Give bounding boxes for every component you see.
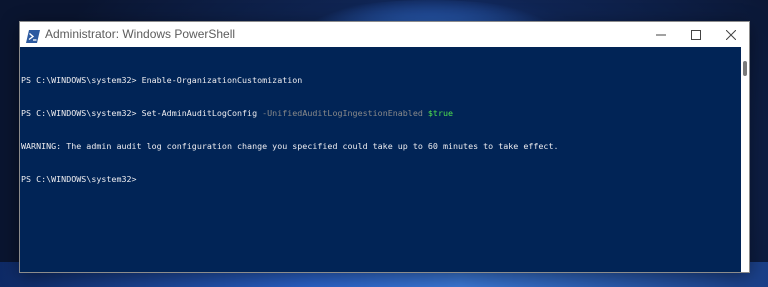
- prompt: PS C:\WINDOWS\system32>: [21, 108, 142, 118]
- warning-text: WARNING: The admin audit log configurati…: [21, 141, 559, 151]
- console-line: PS C:\WINDOWS\system32>: [21, 174, 559, 185]
- command-parameter: -UnifiedAuditLogIngestionEnabled: [257, 108, 428, 118]
- maximize-button[interactable]: [679, 22, 713, 47]
- warning-line: WARNING: The admin audit log configurati…: [21, 141, 559, 152]
- window-title: Administrator: Windows PowerShell: [45, 27, 236, 41]
- command-value: $true: [427, 108, 454, 118]
- console-line: PS C:\WINDOWS\system32> Enable-Organizat…: [21, 75, 559, 86]
- command: Set-AdminAuditLogConfig: [141, 108, 258, 118]
- command: Enable-OrganizationCustomization: [141, 75, 303, 85]
- vertical-scrollbar[interactable]: [741, 47, 749, 272]
- powershell-window: Administrator: Windows PowerShell PS C:\…: [19, 21, 750, 273]
- console-output[interactable]: PS C:\WINDOWS\system32> Enable-Organizat…: [20, 47, 749, 272]
- minimize-icon: [656, 34, 666, 35]
- maximize-icon: [691, 29, 701, 40]
- scrollbar-thumb[interactable]: [743, 61, 747, 76]
- minimize-button[interactable]: [644, 22, 678, 47]
- console-lines: PS C:\WINDOWS\system32> Enable-Organizat…: [21, 53, 559, 207]
- console-line: PS C:\WINDOWS\system32> Set-AdminAuditLo…: [21, 108, 559, 119]
- prompt: PS C:\WINDOWS\system32>: [21, 174, 142, 184]
- prompt: PS C:\WINDOWS\system32>: [21, 75, 142, 85]
- title-bar[interactable]: Administrator: Windows PowerShell: [20, 22, 749, 47]
- powershell-icon[interactable]: [26, 28, 40, 43]
- close-button[interactable]: [714, 22, 748, 47]
- close-icon: [726, 29, 736, 40]
